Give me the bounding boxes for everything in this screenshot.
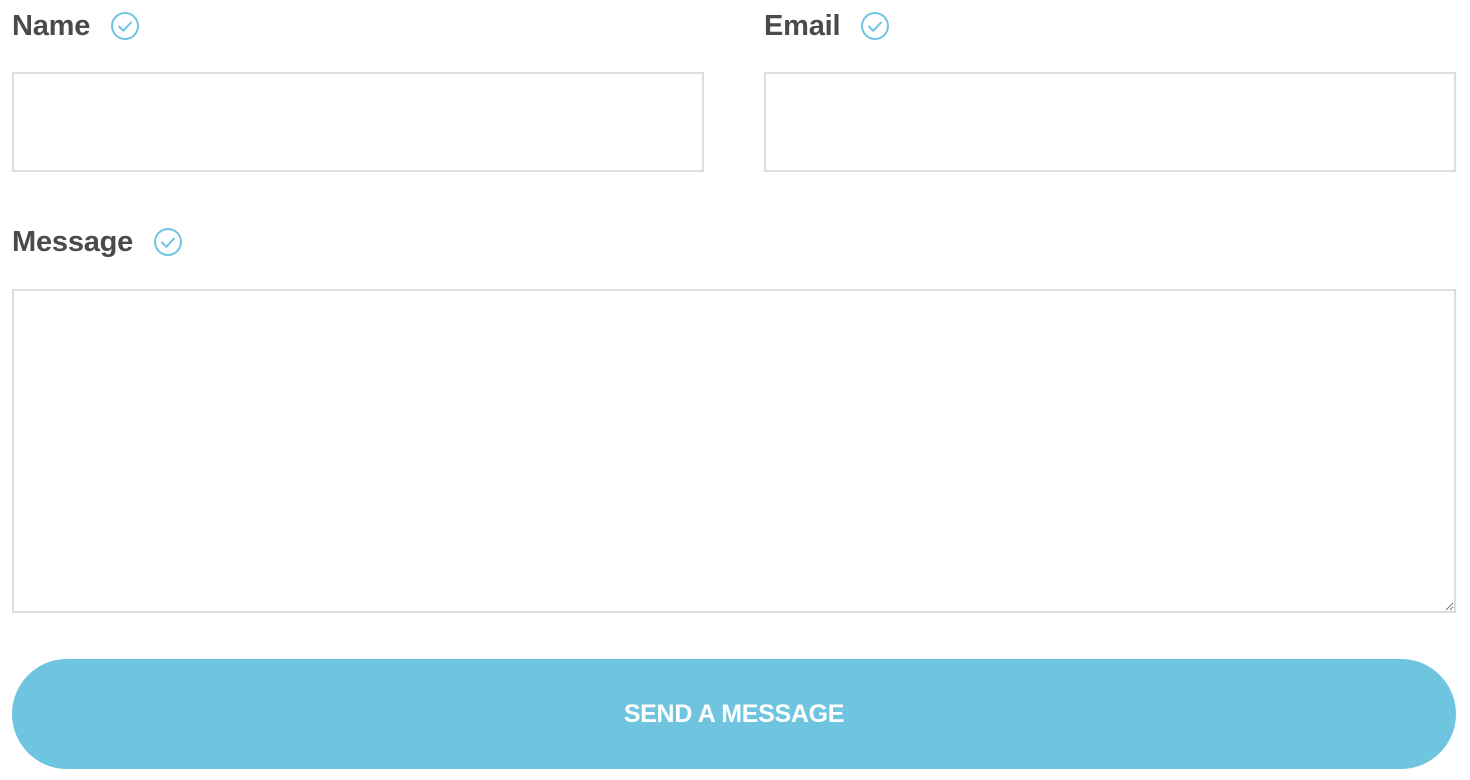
message-textarea[interactable] (12, 289, 1456, 613)
name-valid-check-icon (110, 11, 140, 41)
send-message-button[interactable]: SEND A MESSAGE (12, 659, 1456, 769)
email-label: Email (764, 9, 841, 42)
message-valid-check-icon (153, 227, 183, 257)
name-label-row: Name (12, 6, 140, 46)
name-input[interactable] (12, 72, 704, 172)
email-label-row: Email (764, 6, 890, 46)
message-label-row: Message (12, 222, 183, 262)
email-valid-check-icon (860, 11, 890, 41)
message-label: Message (12, 225, 134, 258)
email-input[interactable] (764, 72, 1456, 172)
name-label: Name (12, 9, 91, 42)
